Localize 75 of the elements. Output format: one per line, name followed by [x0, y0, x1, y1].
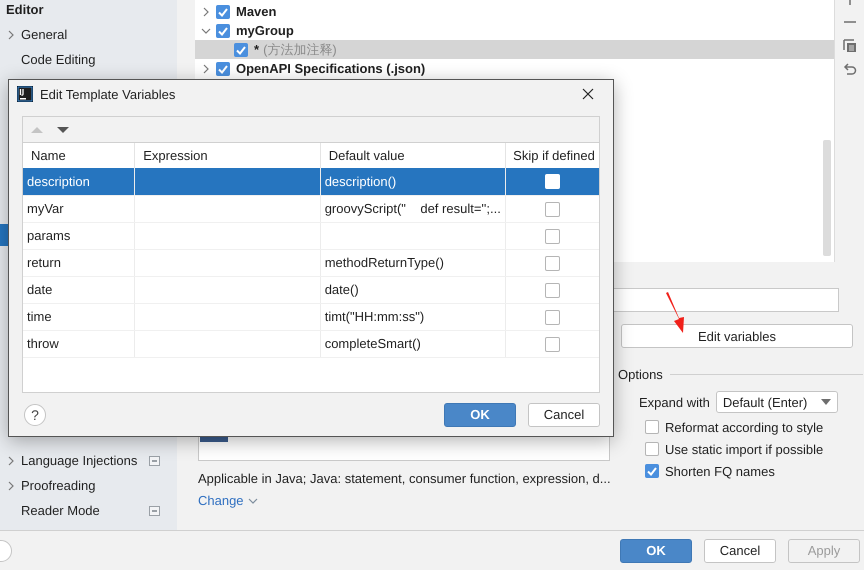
checkbox[interactable]	[645, 420, 659, 434]
chevron-right-icon[interactable]	[201, 6, 211, 16]
table-row[interactable]: return methodReturnType()	[23, 249, 599, 276]
table-cell: description()	[320, 168, 506, 195]
close-icon[interactable]	[582, 88, 594, 100]
table-cell: throw	[23, 330, 135, 357]
chevron-right-icon[interactable]	[6, 456, 16, 466]
table-cell: date	[23, 276, 135, 303]
chevron-right-icon[interactable]	[6, 30, 16, 40]
table-row[interactable]: time timt("HH:mm:ss")	[23, 303, 599, 330]
table-cell: return	[23, 249, 135, 276]
sidebar-item[interactable]: Proofreading	[21, 478, 96, 493]
checkbox[interactable]	[645, 464, 659, 478]
tree-item[interactable]: myGroup	[236, 23, 294, 38]
checkbox[interactable]	[645, 442, 659, 456]
table-cell: params	[23, 222, 135, 249]
tree-row[interactable]: * (方法加注释)	[195, 40, 834, 59]
table-cell: description	[23, 168, 135, 195]
checkbox[interactable]	[216, 62, 230, 76]
help-button[interactable]: ?	[24, 404, 46, 426]
dialog-button[interactable]: OK	[444, 402, 516, 426]
sidebar-item[interactable]: General	[21, 27, 68, 42]
undo-icon[interactable]	[842, 63, 856, 77]
sidebar-item[interactable]: Editor	[6, 2, 44, 17]
table-row[interactable]: throw completeSmart()	[23, 330, 599, 357]
checkbox[interactable]	[545, 202, 560, 217]
table-cell: date()	[320, 276, 506, 303]
applicable-contexts-text: Applicable in Java; Java: statement, consumer function, expression, d...	[198, 471, 611, 486]
checkbox-label[interactable]: Shorten FQ names	[665, 464, 775, 478]
tree-item[interactable]: OpenAPI Specifications (.json)	[236, 61, 426, 76]
dialog-title: Edit Template Variables	[40, 86, 176, 102]
checkbox-label[interactable]: Use static import if possible	[665, 442, 824, 456]
sidebar-item[interactable]: Reader Mode	[21, 503, 100, 518]
move-down-icon[interactable]	[57, 126, 69, 134]
checkbox[interactable]	[545, 336, 560, 352]
edit-variables-button[interactable]: Edit variables	[621, 324, 853, 348]
footer-button[interactable]: Cancel	[704, 538, 776, 562]
checkbox[interactable]	[216, 4, 230, 18]
table-row[interactable]: date date()	[23, 276, 599, 303]
table-cell: methodReturnType()	[320, 249, 506, 276]
chevron-down-icon[interactable]	[201, 26, 211, 36]
expand-with-dropdown[interactable]: Default (Enter)	[716, 391, 838, 413]
table-cell: time	[23, 303, 135, 330]
options-heading: Options	[618, 367, 663, 382]
table-row[interactable]: myVar groovyScript(" def result='';...	[23, 195, 599, 222]
copy-icon[interactable]	[842, 39, 856, 53]
expand-with-label: Expand with	[639, 394, 710, 410]
checkbox-label[interactable]: Reformat according to style	[665, 420, 824, 434]
dropdown-arrow-icon	[820, 399, 831, 405]
change-link[interactable]: Change	[198, 493, 258, 508]
scrollbar[interactable]	[823, 140, 831, 256]
checkbox[interactable]	[216, 24, 230, 38]
footer-button[interactable]: OK	[620, 538, 692, 562]
template-abbreviation[interactable]: *	[254, 42, 260, 57]
checkbox[interactable]	[545, 310, 560, 325]
table-row[interactable]: params	[23, 222, 599, 249]
table-cell: myVar	[23, 195, 135, 222]
chevron-right-icon[interactable]	[6, 480, 16, 490]
table-row[interactable]: description description()	[23, 168, 599, 195]
table-cell: timt("HH:mm:ss")	[320, 303, 506, 330]
dialog-button[interactable]: Cancel	[528, 402, 600, 426]
chevron-right-icon[interactable]	[201, 64, 211, 74]
tree-item[interactable]: Maven	[236, 4, 276, 19]
checkbox[interactable]	[545, 282, 560, 298]
table-cell: groovyScript(" def result='';...	[320, 195, 506, 222]
app-logo-icon	[17, 86, 33, 102]
checkbox[interactable]	[545, 228, 560, 244]
sidebar-item[interactable]: Code Editing	[21, 52, 96, 67]
sidebar-item[interactable]: Language Injections	[21, 453, 138, 468]
checkbox[interactable]	[545, 256, 560, 271]
template-description: (方法加注释)	[263, 40, 337, 58]
checkbox[interactable]	[234, 42, 248, 56]
chevron-down-icon[interactable]	[248, 496, 258, 506]
column-header[interactable]: Skip if defined	[506, 143, 599, 168]
table-cell: completeSmart()	[320, 330, 506, 357]
